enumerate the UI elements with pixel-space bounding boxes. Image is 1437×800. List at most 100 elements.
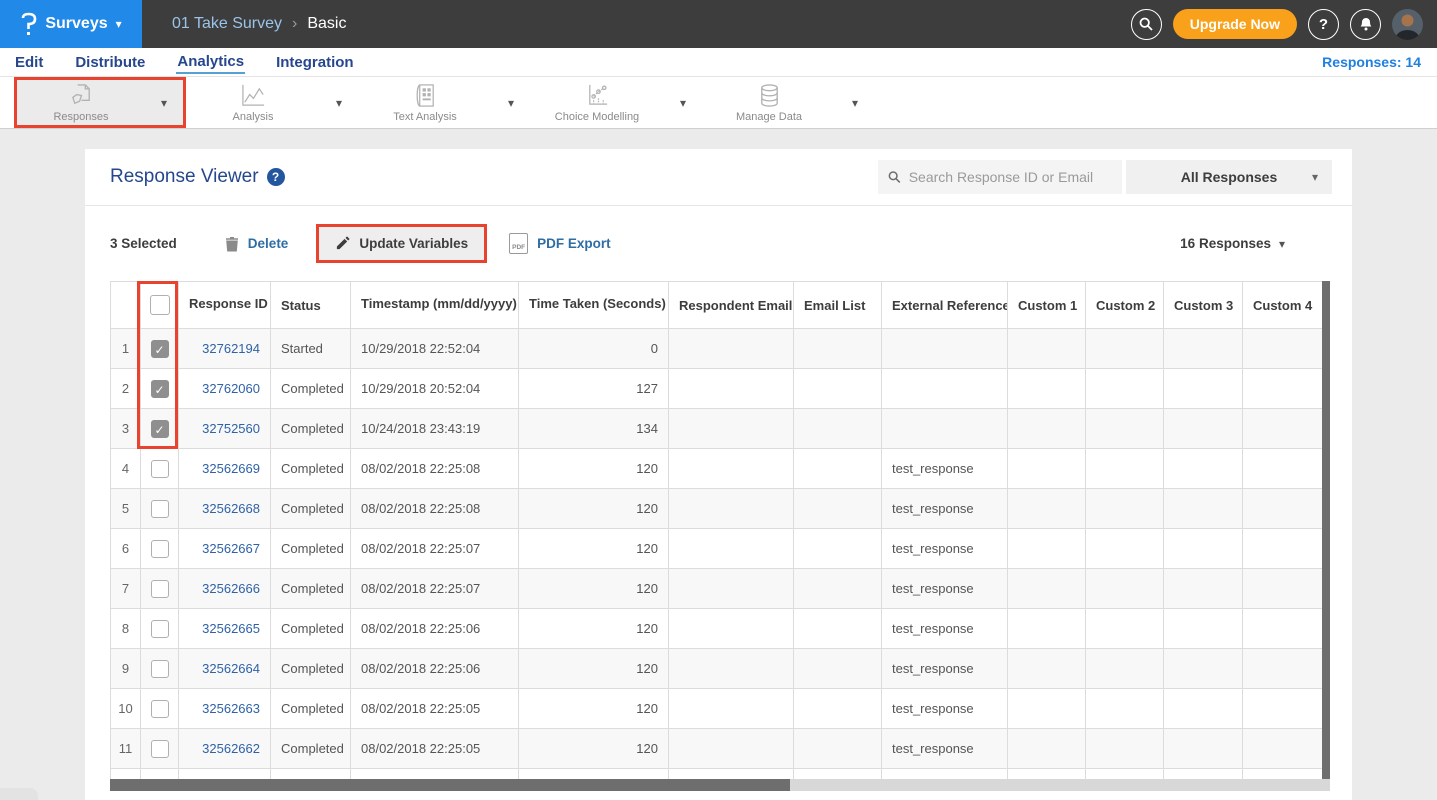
timestamp-cell: 08/02/2018 22:25:06: [351, 609, 519, 649]
custom2-cell: [1086, 409, 1164, 449]
breadcrumb-survey-name: Basic: [307, 15, 346, 33]
time-taken-col[interactable]: Time Taken (Seconds): [519, 282, 669, 329]
custom2-cell: [1086, 329, 1164, 369]
search-button[interactable]: [1131, 9, 1162, 40]
user-avatar[interactable]: [1392, 9, 1423, 40]
email-list-cell: [794, 369, 882, 409]
response-id-link[interactable]: 32562665: [179, 609, 271, 649]
update-variables-button[interactable]: Update Variables: [316, 224, 487, 263]
timestamp-col[interactable]: Timestamp (mm/dd/yyyy): [351, 282, 519, 329]
response-id-link[interactable]: 32762060: [179, 369, 271, 409]
column-label: Response ID: [189, 296, 268, 311]
help-button[interactable]: ?: [1308, 9, 1339, 40]
toolbar-group-text-analysis: Text Analysis: [358, 77, 530, 128]
custom2-cell: [1086, 569, 1164, 609]
update-variables-label: Update Variables: [359, 236, 468, 251]
timestamp-cell: 08/02/2018 22:25:05: [351, 689, 519, 729]
response-id-link[interactable]: 32762194: [179, 329, 271, 369]
response-id-link[interactable]: 32562667: [179, 529, 271, 569]
custom4-cell: [1243, 529, 1323, 569]
status-cell: Completed: [271, 529, 351, 569]
notifications-button[interactable]: [1350, 9, 1381, 40]
delete-button[interactable]: Delete: [225, 236, 289, 252]
tab-distribute[interactable]: Distribute: [74, 52, 146, 73]
manage-data-toolbar-button[interactable]: Manage Data: [702, 77, 836, 128]
responses-icon: [68, 83, 95, 108]
custom3-cell: [1164, 689, 1243, 729]
response-id-link[interactable]: 32562664: [179, 649, 271, 689]
response-id-link[interactable]: 32562663: [179, 689, 271, 729]
custom4-cell: [1243, 369, 1323, 409]
row-number-cell: 1: [111, 329, 141, 369]
row-checkbox[interactable]: [151, 580, 169, 598]
chevron-down-icon[interactable]: [492, 94, 530, 112]
row-checkbox[interactable]: [151, 660, 169, 678]
email-list-cell: [794, 649, 882, 689]
tab-integration[interactable]: Integration: [275, 52, 355, 73]
response-id-link[interactable]: 32562666: [179, 569, 271, 609]
custom2-cell: [1086, 529, 1164, 569]
custom4-cell: [1243, 649, 1323, 689]
row-checkbox-cell: [141, 609, 179, 649]
analysis-toolbar-button[interactable]: Analysis: [186, 77, 320, 128]
status-cell: Completed: [271, 729, 351, 769]
chevron-down-icon[interactable]: [836, 94, 874, 112]
chevron-down-icon[interactable]: [664, 94, 702, 112]
upgrade-now-button[interactable]: Upgrade Now: [1173, 9, 1297, 39]
choice-modelling-toolbar-button[interactable]: Choice Modelling: [530, 77, 664, 128]
row-checkbox[interactable]: [151, 420, 169, 438]
breadcrumb-folder[interactable]: 01 Take Survey: [172, 15, 282, 33]
topbar: Surveys 01 Take Survey Basic Upgrade Now…: [0, 0, 1437, 48]
external-reference-cell: [882, 409, 1008, 449]
custom1-cell: [1008, 329, 1086, 369]
response-filter-dropdown[interactable]: All Responses: [1126, 160, 1332, 194]
chevron-down-icon[interactable]: [320, 94, 358, 112]
row-checkbox[interactable]: [151, 380, 169, 398]
row-checkbox[interactable]: [151, 540, 169, 558]
row-checkbox[interactable]: [151, 460, 169, 478]
search-input[interactable]: [909, 169, 1112, 185]
table-header-row: Response IDStatusTimestamp (mm/dd/yyyy)T…: [111, 282, 1323, 329]
email-list-cell: [794, 689, 882, 729]
row-number-cell: 4: [111, 449, 141, 489]
responses-toolbar-button[interactable]: Responses: [17, 80, 145, 125]
row-checkbox[interactable]: [151, 620, 169, 638]
time-taken-cell: 120: [519, 529, 669, 569]
product-menu[interactable]: Surveys: [0, 0, 142, 48]
custom4-cell: [1243, 689, 1323, 729]
row-checkbox-cell: [141, 369, 179, 409]
external-reference-cell: test_response: [882, 569, 1008, 609]
tab-edit[interactable]: Edit: [14, 52, 44, 73]
row-number-cell: 11: [111, 729, 141, 769]
title-help-icon[interactable]: [267, 168, 285, 186]
chevron-down-icon[interactable]: [145, 94, 183, 112]
horizontal-scrollbar-track[interactable]: [110, 779, 1330, 791]
timestamp-cell: 10/29/2018 22:52:04: [351, 329, 519, 369]
pdf-export-button[interactable]: PDF PDF Export: [509, 233, 611, 254]
responses-table-container: Response IDStatusTimestamp (mm/dd/yyyy)T…: [110, 281, 1330, 791]
row-checkbox[interactable]: [151, 500, 169, 518]
response-id-col[interactable]: Response ID: [179, 282, 271, 329]
custom3-cell: [1164, 609, 1243, 649]
horizontal-scrollbar-thumb[interactable]: [110, 779, 790, 791]
responses-count-dropdown[interactable]: 16 Responses: [1180, 236, 1327, 251]
row-checkbox[interactable]: [151, 340, 169, 358]
response-id-link[interactable]: 32562668: [179, 489, 271, 529]
response-id-link[interactable]: 32562669: [179, 449, 271, 489]
row-number-col: [111, 282, 141, 329]
response-id-link[interactable]: 32562662: [179, 729, 271, 769]
custom2-cell: [1086, 489, 1164, 529]
toolbar-group-manage-data: Manage Data: [702, 77, 874, 128]
external-reference-cell: test_response: [882, 529, 1008, 569]
table-row: 332752560Completed10/24/2018 23:43:19134: [111, 409, 1323, 449]
select-all-checkbox[interactable]: [150, 295, 170, 315]
vertical-scrollbar[interactable]: [1322, 281, 1330, 791]
tab-analytics[interactable]: Analytics: [176, 51, 245, 74]
column-label: Custom 4: [1253, 298, 1312, 313]
table-row: 132762194Started10/29/2018 22:52:040: [111, 329, 1323, 369]
text-analysis-toolbar-button[interactable]: Text Analysis: [358, 77, 492, 128]
response-id-link[interactable]: 32752560: [179, 409, 271, 449]
timestamp-cell: 10/29/2018 20:52:04: [351, 369, 519, 409]
row-checkbox[interactable]: [151, 740, 169, 758]
row-checkbox[interactable]: [151, 700, 169, 718]
